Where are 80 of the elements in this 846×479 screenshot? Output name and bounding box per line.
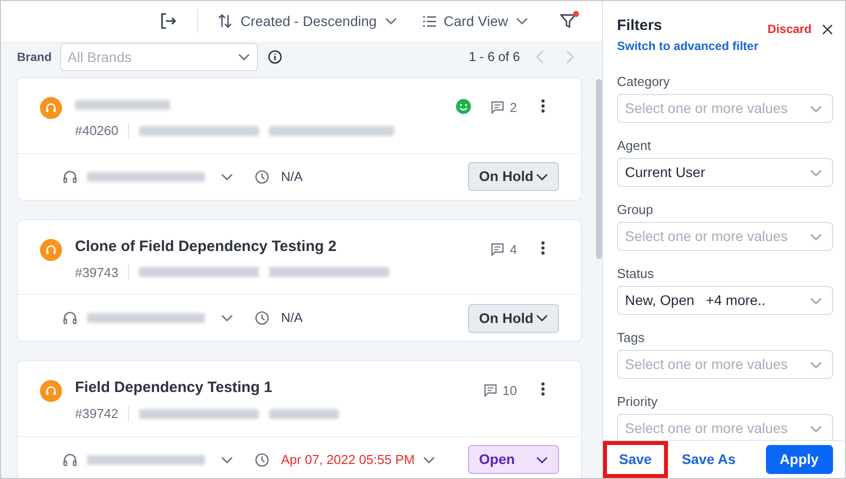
chevron-down-icon [536,314,548,322]
comment-count: 10 [502,382,517,400]
view-dropdown[interactable]: Card View [422,10,528,32]
select-placeholder: Select one or more values [625,227,788,246]
field-label: Status [617,266,655,282]
clock-icon [255,170,269,184]
chevron-down-icon [536,172,548,180]
due-date: N/A [281,168,303,186]
filter-select[interactable]: New, Open +4 more.. [617,286,833,315]
chevron-down-icon [810,424,822,432]
due-date: Apr 07, 2022 05:55 PM [281,450,415,469]
more-options-icon[interactable] [541,382,545,396]
due-date: N/A [281,309,303,328]
close-icon[interactable] [822,24,833,34]
headset-avatar [40,380,62,402]
field-label: Category [617,74,671,90]
pagination-range: 1 - 6 of 6 [468,48,520,66]
chevron-down-icon [810,360,822,368]
chevron-down-icon [810,168,822,176]
status-dropdown[interactable]: Open [468,445,559,474]
sort-dropdown[interactable]: Created - Descending [218,10,397,32]
more-options-icon[interactable] [541,99,545,113]
filter-select[interactable]: Current User [617,158,833,187]
panel-title: Filters [617,16,662,36]
comment-icon [484,384,497,398]
ticket-id: #39742 [75,405,118,423]
brand-placeholder: All Brands [68,48,132,66]
brand-label: Brand [17,49,52,66]
ticket-card[interactable]: #40260 2 N/A On Hold [17,77,582,200]
more-options-icon[interactable] [541,240,545,254]
field-label: Group [617,202,654,218]
comment-icon [490,242,504,256]
comment-count: 4 [510,240,517,258]
list-icon [422,16,436,26]
chevron-down-icon [221,456,233,464]
status-dropdown[interactable]: On Hold [468,304,559,332]
chevron-down-icon [810,104,822,112]
ticket-card[interactable]: Field Dependency Testing 1 #39742 10 Apr 07, 2022 05:55 PM Open [17,360,582,478]
headset-icon [63,311,77,325]
select-placeholder: Select one or more values [625,419,788,438]
chevron-down-icon [536,456,548,464]
discard-link[interactable]: Discard [768,20,812,38]
chevron-down-icon [384,17,397,25]
ticket-title[interactable]: Clone of Field Dependency Testing 2 [75,236,487,258]
comment-count: 2 [510,99,517,117]
chevron-down-icon [810,232,822,240]
apply-button[interactable]: Apply [766,445,833,474]
filter-icon[interactable] [560,13,576,29]
chevron-down-icon [221,314,233,322]
ticket-id: #39743 [75,264,118,282]
chevron-down-icon [516,17,528,25]
select-placeholder: Select one or more values [625,355,788,374]
chevron-down-icon [238,53,250,61]
select-value: Current User [625,163,706,182]
field-label: Tags [617,330,646,346]
chevron-down-icon [810,296,822,304]
clock-icon [255,311,269,325]
ticket-id: #40260 [75,122,118,140]
advanced-filter-link[interactable]: Switch to advanced filter [617,37,833,55]
field-label: Priority [617,394,658,410]
chevron-down-icon[interactable] [422,456,435,464]
select-value: New, Open +4 more.. [625,291,766,310]
status-dropdown[interactable]: On Hold [468,162,559,191]
exit-icon[interactable] [159,12,178,30]
headset-icon [63,452,77,466]
scrollbar-thumb[interactable] [596,79,602,259]
redacted-text [269,408,340,419]
ticket-title[interactable]: Field Dependency Testing 1 [75,377,480,399]
headset-icon [63,170,77,184]
field-label: Agent [617,138,652,154]
clock-icon [255,452,269,466]
sort-icon [218,14,232,28]
info-icon[interactable] [268,50,282,64]
headset-avatar [40,238,62,260]
save-button[interactable]: Save [607,445,664,474]
comment-icon [490,101,504,114]
ticket-card[interactable]: Clone of Field Dependency Testing 2 #39743 4 N/A On Hold [17,218,582,342]
select-placeholder: Select one or more values [625,99,788,118]
headset-avatar [40,97,62,119]
chevron-down-icon [221,172,233,180]
